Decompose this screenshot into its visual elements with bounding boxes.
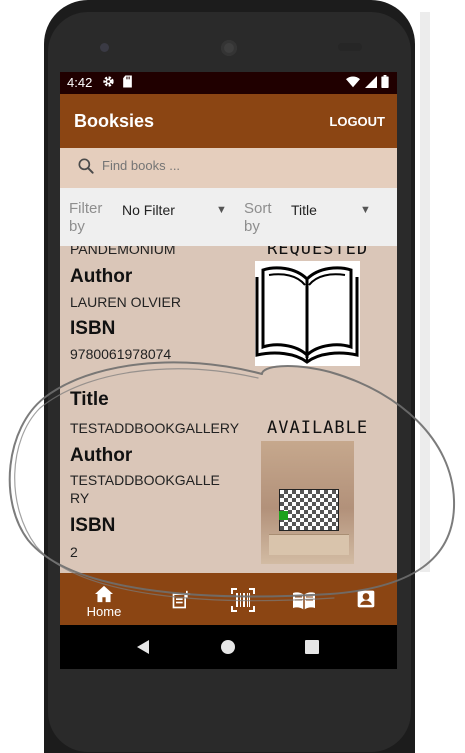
gear-icon <box>103 76 114 87</box>
bottom-navigation: Home <box>60 573 397 625</box>
nav-add-book[interactable] <box>164 573 198 625</box>
sort-dropdown[interactable]: Title ▼ <box>286 196 376 224</box>
book-isbn: 9780061978074 <box>70 346 172 362</box>
filter-sort-bar: Filter by No Filter ▼ Sort by Title ▼ <box>60 188 397 246</box>
author-heading: Author <box>70 445 133 466</box>
filter-dropdown[interactable]: No Filter ▼ <box>118 196 236 224</box>
phone-frame: 4:42 Booksies LOGOUT Filter by N <box>44 0 415 753</box>
status-left-icons <box>102 75 133 89</box>
book-author-line: TESTADDBOOKGALLE <box>70 472 220 488</box>
back-icon[interactable] <box>135 639 151 655</box>
app-bar: Booksies LOGOUT <box>60 94 397 148</box>
device-screen: 4:42 Booksies LOGOUT Filter by N <box>60 72 397 669</box>
title-heading: Title <box>70 389 109 410</box>
sd-card-icon <box>123 75 133 88</box>
author-heading: Author <box>70 266 133 287</box>
book-list[interactable]: PANDEMONIUM REQUESTED Author LAUREN OLVI… <box>60 246 397 573</box>
nav-home-label: Home <box>86 604 122 619</box>
filter-label: Filter by <box>69 200 103 235</box>
open-book-icon <box>255 266 359 364</box>
chevron-down-icon: ▼ <box>360 204 371 216</box>
system-navigation-bar <box>60 625 397 669</box>
background <box>0 0 44 753</box>
tv-stand <box>269 534 349 555</box>
recents-icon[interactable] <box>305 640 319 654</box>
book-isbn: 2 <box>70 544 78 560</box>
filter-value: No Filter <box>122 202 175 218</box>
chevron-down-icon: ▼ <box>216 204 227 216</box>
earpiece-speaker-icon <box>221 40 237 56</box>
book-author-line: RY <box>70 490 90 506</box>
sort-value: Title <box>291 202 317 218</box>
status-bar: 4:42 <box>60 72 397 94</box>
background-strip <box>420 12 430 572</box>
status-right-icons <box>346 75 389 91</box>
book-author: LAUREN OLVIER <box>70 294 181 310</box>
nav-profile[interactable] <box>349 573 383 625</box>
home-icon <box>95 585 113 603</box>
isbn-heading: ISBN <box>70 515 116 536</box>
home-circle-icon[interactable] <box>220 639 236 655</box>
status-time: 4:42 <box>67 75 93 90</box>
barcode-scan-icon <box>231 588 255 612</box>
sort-label: Sort by <box>244 200 272 235</box>
search-icon <box>78 158 94 174</box>
book-cover-image <box>261 441 354 564</box>
account-box-icon <box>357 590 375 608</box>
battery-icon <box>381 75 389 88</box>
open-book-icon <box>293 592 315 610</box>
wifi-icon <box>346 76 361 88</box>
search-input[interactable] <box>100 157 344 174</box>
add-book-icon <box>172 590 191 609</box>
nav-scan[interactable] <box>226 573 260 625</box>
logout-button[interactable]: LOGOUT <box>329 114 385 129</box>
nav-home[interactable]: Home <box>79 573 129 625</box>
proximity-sensor-icon <box>338 43 362 51</box>
book-cover-image <box>255 261 360 366</box>
status-badge: AVAILABLE <box>267 418 369 438</box>
app-title: Booksies <box>74 111 155 131</box>
tv-picture <box>279 489 339 531</box>
book-title: TESTADDBOOKGALLERY <box>70 420 240 436</box>
search-bar <box>60 148 397 188</box>
isbn-heading: ISBN <box>70 318 116 339</box>
status-badge: REQUESTED <box>267 246 369 259</box>
front-camera-icon <box>100 43 109 52</box>
book-card[interactable]: PANDEMONIUM REQUESTED Author LAUREN OLVI… <box>60 246 397 376</box>
signal-icon <box>364 76 377 88</box>
book-title: PANDEMONIUM <box>70 246 176 257</box>
green-marker <box>279 511 288 520</box>
nav-borrowed[interactable] <box>287 573 321 625</box>
